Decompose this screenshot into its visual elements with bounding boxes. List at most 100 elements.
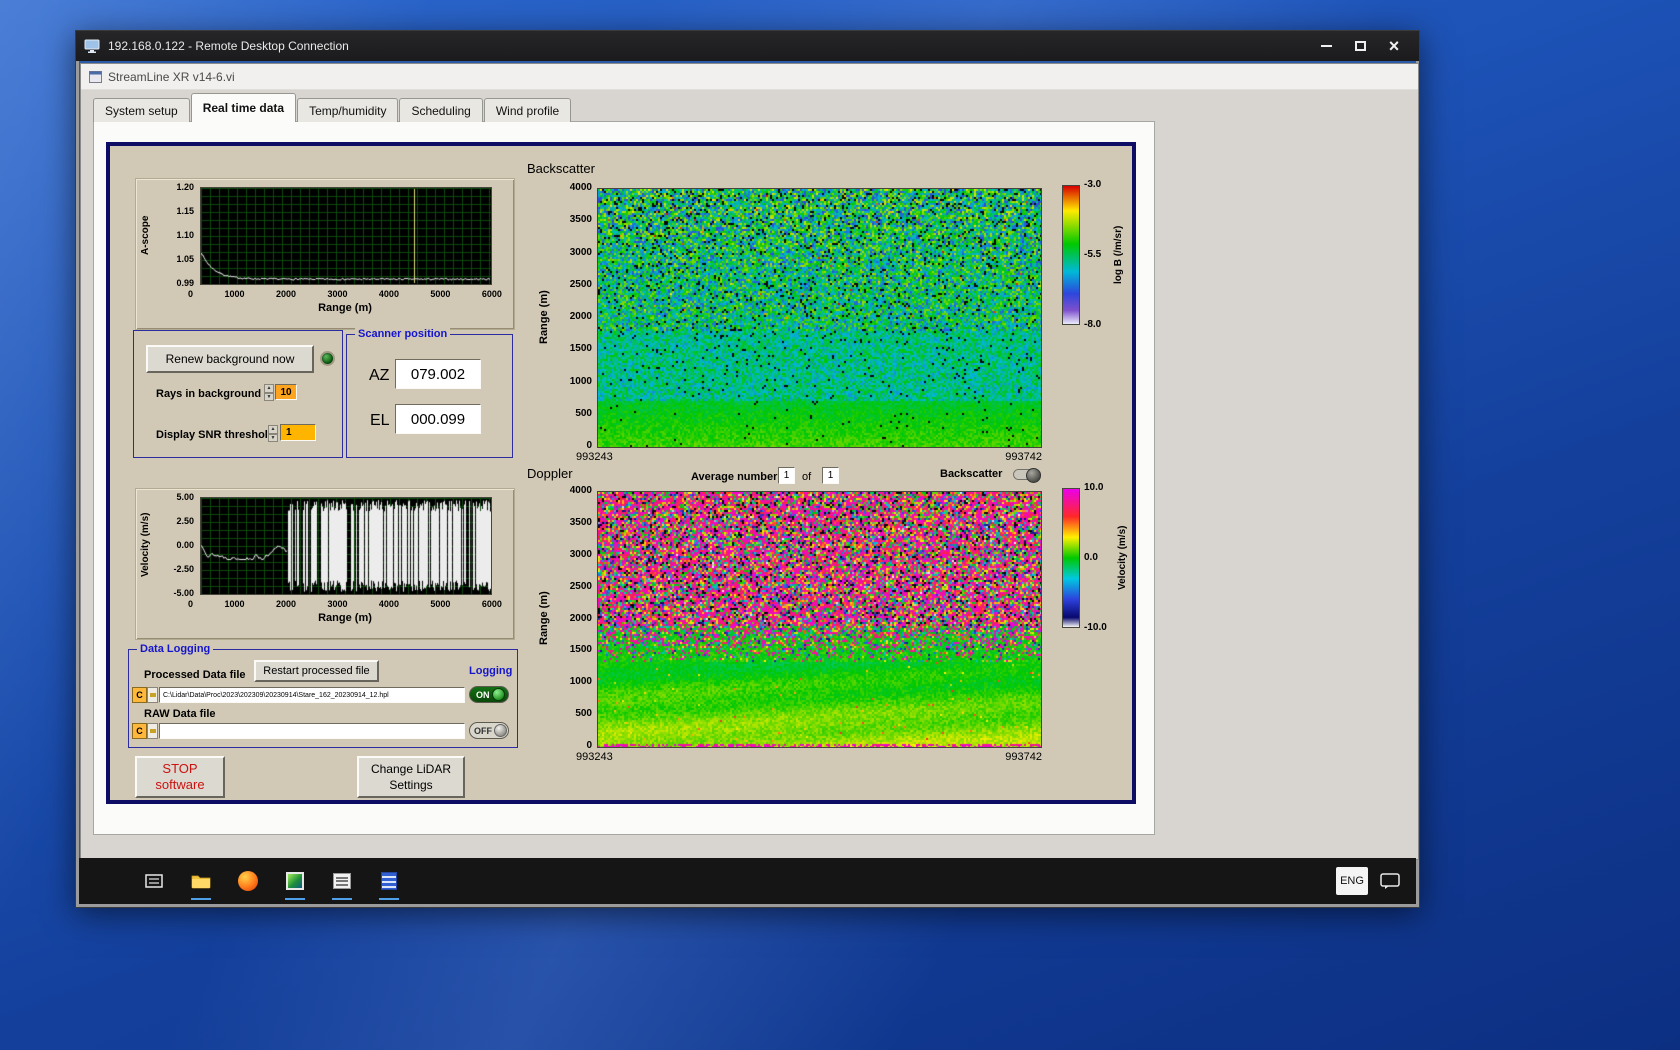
- task-view-icon: [145, 874, 163, 888]
- rays-spinner[interactable]: ▲ ▼: [264, 384, 274, 401]
- snr-spinner[interactable]: ▲ ▼: [268, 425, 278, 442]
- tick-label: 0.0: [1084, 552, 1098, 563]
- processed-path-field[interactable]: C:\Lidar\Data\Proc\2023\202309\20230914\…: [159, 687, 465, 703]
- tab-temp-humidity[interactable]: Temp/humidity: [297, 98, 399, 122]
- snr-threshold-label: Display SNR threshold: [156, 429, 275, 441]
- of-count-box[interactable]: 1: [822, 467, 839, 484]
- rdp-maximize-button[interactable]: [1343, 35, 1377, 57]
- el-label: EL: [370, 412, 390, 429]
- processed-browse-button[interactable]: [147, 687, 158, 703]
- tick-label: 3000: [327, 289, 348, 299]
- processed-drive-button[interactable]: C: [132, 687, 147, 703]
- app-icon: [89, 70, 102, 83]
- tab-scheduling[interactable]: Scheduling: [399, 98, 483, 122]
- backscatter-toggle[interactable]: [1013, 468, 1041, 483]
- backscatter-x-end: 993742: [1005, 451, 1042, 463]
- task-view-button[interactable]: [139, 861, 169, 901]
- renew-background-button[interactable]: Renew background now: [146, 345, 314, 373]
- rays-value-box[interactable]: 10: [275, 384, 297, 400]
- lidar-app-icon: [381, 872, 397, 890]
- tab-bar: System setup Real time data Temp/humidit…: [93, 92, 572, 122]
- backscatter-x-start: 993243: [576, 451, 613, 463]
- velocity-xticks: 0 1000 2000 3000 4000 5000 6000: [188, 599, 502, 609]
- processed-logging-toggle[interactable]: ON: [469, 686, 509, 703]
- ascope-ylabel: A-scope: [140, 215, 151, 255]
- firefox-button[interactable]: [233, 861, 263, 901]
- doppler-x-end: 993742: [1005, 751, 1042, 763]
- backscatter-colorbar: [1062, 185, 1080, 325]
- snr-value-box[interactable]: 1: [280, 424, 316, 441]
- language-indicator[interactable]: ENG: [1336, 867, 1368, 895]
- rays-value: 10: [280, 386, 292, 398]
- rdp-titlebar[interactable]: 192.168.0.122 - Remote Desktop Connectio…: [76, 31, 1419, 61]
- rdp-close-button[interactable]: ×: [1377, 35, 1411, 57]
- taskbar: ENG: [79, 858, 1416, 904]
- app-titlebar[interactable]: StreamLine XR v14-6.vi ×: [81, 64, 1418, 90]
- off-label: OFF: [474, 725, 492, 736]
- tick-label: 6000: [481, 289, 502, 299]
- processed-drive-letter: C: [136, 690, 143, 700]
- change-lidar-settings-button[interactable]: Change LiDAR Settings: [357, 756, 465, 798]
- tick-label: -10.0: [1084, 622, 1107, 633]
- tick-label: 3500: [569, 214, 592, 226]
- notification-icon[interactable]: [1380, 872, 1400, 890]
- tick-label: 5.00: [176, 492, 194, 502]
- scan-schedule-button[interactable]: [327, 861, 357, 901]
- app-close-button[interactable]: ×: [1378, 68, 1408, 86]
- app-maximize-button[interactable]: [1348, 68, 1378, 86]
- raw-browse-button[interactable]: [147, 723, 158, 739]
- toggle-knob: [494, 724, 507, 737]
- photos-icon: [286, 872, 304, 890]
- rdp-minimize-button[interactable]: [1309, 35, 1343, 57]
- tab-system-setup[interactable]: System setup: [93, 98, 190, 122]
- rdp-window-title: 192.168.0.122 - Remote Desktop Connectio…: [108, 39, 349, 53]
- velocity-plot: [200, 497, 492, 595]
- raw-logging-toggle[interactable]: OFF: [469, 722, 509, 739]
- scan-schedule-icon: [333, 873, 351, 889]
- tick-label: -2.50: [173, 564, 194, 574]
- app-minimize-button[interactable]: [1318, 68, 1348, 86]
- tick-label: 4000: [378, 289, 399, 299]
- tick-label: 3000: [569, 246, 592, 258]
- restart-processed-file-button[interactable]: Restart processed file: [254, 660, 379, 682]
- stop-label-line1: STOP: [162, 761, 198, 776]
- real-time-data-page: A-scope 1.20 1.15 1.10 1.05 0.99 0 1000 2000 30…: [93, 121, 1155, 835]
- az-label: AZ: [369, 367, 390, 384]
- tick-label: 4000: [569, 485, 592, 496]
- processed-data-file-label: Processed Data file: [144, 669, 246, 681]
- language-label: ENG: [1340, 875, 1364, 887]
- restart-processed-file-label: Restart processed file: [263, 665, 370, 677]
- tick-label: 4000: [569, 182, 592, 193]
- velocity-yticks: 5.00 2.50 0.00 -2.50 -5.00: [152, 492, 194, 598]
- app-window: StreamLine XR v14-6.vi × System setup Re…: [80, 63, 1419, 860]
- raw-drive-button[interactable]: C: [132, 723, 147, 739]
- tick-label: 1500: [569, 644, 592, 656]
- raw-path-field[interactable]: [159, 723, 465, 739]
- tick-label: -3.0: [1084, 179, 1102, 190]
- doppler-colorbar-label: Velocity (m/s): [1117, 525, 1128, 591]
- ascope-graph: A-scope 1.20 1.15 1.10 1.05 0.99 0 1000 2000 30…: [135, 178, 515, 330]
- photos-app-button[interactable]: [280, 861, 310, 901]
- ascope-yticks: 1.20 1.15 1.10 1.05 0.99: [152, 182, 194, 288]
- desktop: 192.168.0.122 - Remote Desktop Connectio…: [0, 0, 1680, 1050]
- tick-label: 0: [188, 289, 194, 299]
- file-explorer-button[interactable]: [186, 861, 216, 901]
- tick-label: -5.5: [1084, 249, 1102, 260]
- average-number-box[interactable]: 1: [778, 467, 795, 484]
- lidar-app-button[interactable]: [374, 861, 404, 901]
- lidar-panel: A-scope 1.20 1.15 1.10 1.05 0.99 0 1000 2000 30…: [106, 142, 1136, 804]
- az-value-box[interactable]: 079.002: [395, 359, 481, 389]
- tab-real-time-data[interactable]: Real time data: [190, 93, 297, 122]
- el-value-box[interactable]: 000.099: [395, 404, 481, 434]
- tick-label: 6000: [481, 599, 502, 609]
- tick-label: 1500: [569, 343, 592, 355]
- backscatter-ylabel: Range (m): [538, 290, 550, 344]
- tick-label: 0: [586, 740, 592, 751]
- tab-wind-profile[interactable]: Wind profile: [483, 98, 572, 122]
- tick-label: 1.10: [176, 230, 194, 240]
- stop-software-button[interactable]: STOP software: [135, 756, 225, 798]
- firefox-icon: [238, 871, 258, 891]
- tick-label: -8.0: [1084, 319, 1102, 330]
- velocity-graph: Velocity (m/s) 5.00 2.50 0.00 -2.50 -5.00 0 1…: [135, 488, 515, 640]
- change-settings-line2: Settings: [389, 778, 433, 792]
